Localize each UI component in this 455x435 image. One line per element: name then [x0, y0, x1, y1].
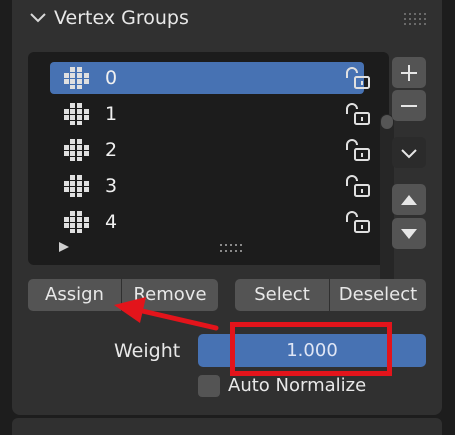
panel-header[interactable]: Vertex Groups	[12, 0, 442, 38]
vertex-group-icon	[64, 175, 89, 197]
vertex-group-row[interactable]: 2	[50, 134, 370, 166]
plus-icon	[401, 65, 417, 81]
minus-icon	[401, 105, 417, 107]
move-up-button[interactable]	[392, 184, 426, 215]
vertex-group-icon	[64, 103, 89, 125]
assign-button[interactable]: Assign	[28, 279, 121, 311]
next-panel-header[interactable]	[12, 418, 442, 435]
vertex-group-specials-button[interactable]	[392, 137, 426, 168]
unlocked-padlock-icon[interactable]	[343, 102, 375, 126]
add-vertex-group-button[interactable]	[392, 57, 426, 88]
vertex-group-icon	[64, 139, 89, 161]
vertex-group-row[interactable]: 3	[50, 170, 370, 202]
vertex-group-name: 1	[105, 103, 118, 125]
filter-options-icon[interactable]	[58, 241, 70, 253]
weight-label: Weight	[114, 340, 181, 362]
auto-normalize-label: Auto Normalize	[228, 375, 367, 396]
vertex-group-name: 0	[105, 67, 118, 89]
chevron-down-icon	[401, 149, 417, 159]
vertex-group-row[interactable]: 4	[50, 206, 370, 238]
deselect-button[interactable]: Deselect	[330, 279, 426, 311]
vertex-group-list: 0 1 2 3 4	[28, 52, 394, 292]
annotation-highlight-box	[230, 322, 392, 376]
vertex-group-icon	[64, 211, 89, 233]
panel-title: Vertex Groups	[54, 7, 189, 29]
vertex-group-name: 2	[105, 139, 118, 161]
vertex-group-name: 4	[105, 211, 118, 233]
list-resize-grip-icon[interactable]	[220, 244, 244, 254]
grip-dots-icon[interactable]	[404, 13, 426, 25]
vertex-groups-panel: Vertex Groups 0 1 2 3 4 Assign Remove Select…	[12, 0, 442, 415]
unlocked-padlock-icon[interactable]	[343, 138, 375, 162]
vertex-group-row[interactable]: 0	[50, 62, 370, 94]
unlocked-padlock-icon[interactable]	[343, 66, 375, 90]
unlocked-padlock-icon[interactable]	[343, 174, 375, 198]
vertex-group-name: 3	[105, 175, 118, 197]
auto-normalize-checkbox[interactable]	[198, 375, 220, 397]
triangle-down-icon	[401, 229, 417, 239]
move-down-button[interactable]	[392, 218, 426, 249]
triangle-up-icon	[401, 195, 417, 205]
chevron-down-icon[interactable]	[28, 8, 48, 28]
vertex-group-row[interactable]: 1	[50, 98, 370, 130]
vertex-group-icon	[64, 67, 89, 89]
unlocked-padlock-icon[interactable]	[343, 210, 375, 234]
remove-vertex-group-button[interactable]	[392, 90, 426, 121]
select-button[interactable]: Select	[235, 279, 329, 311]
remove-button[interactable]: Remove	[122, 279, 218, 311]
